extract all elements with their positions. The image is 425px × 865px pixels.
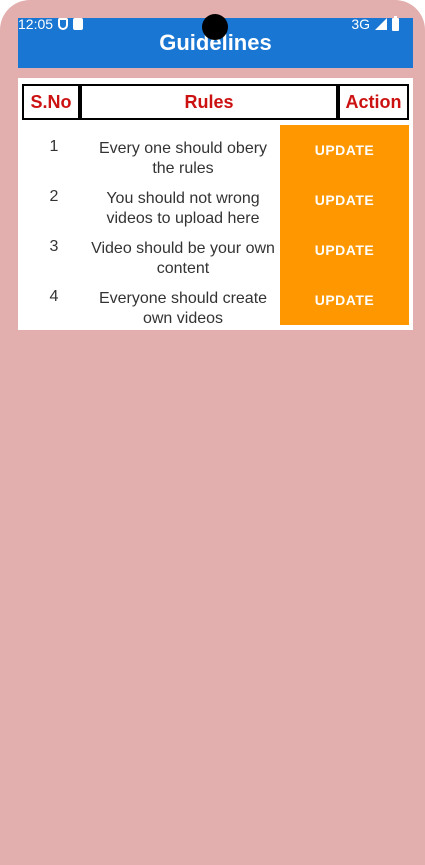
- row-rule: Everyone should create own videos: [98, 290, 268, 327]
- table-row: 2 You should not wrong videos to upload …: [18, 175, 413, 227]
- row-sno: 2: [49, 188, 59, 205]
- row-sno: 4: [49, 288, 59, 305]
- update-button[interactable]: UPDATE: [280, 225, 409, 275]
- shield-icon: [58, 18, 69, 30]
- header-action: Action: [338, 84, 409, 120]
- update-button[interactable]: UPDATE: [280, 275, 409, 325]
- row-rule: You should not wrong videos to upload he…: [106, 190, 260, 227]
- row-rule: Video should be your own content: [91, 240, 275, 277]
- row-rule: Every one should obery the rules: [98, 140, 268, 177]
- update-button[interactable]: UPDATE: [280, 125, 409, 175]
- row-sno: 3: [49, 238, 59, 255]
- sd-card-icon: [73, 18, 84, 30]
- table-row: 4 Everyone should create own videos UPDA…: [18, 275, 413, 327]
- battery-icon: [392, 15, 399, 31]
- header-sno: S.No: [22, 84, 80, 120]
- header-rules: Rules: [80, 84, 338, 120]
- guidelines-table: S.No Rules Action 1 Every one should obe…: [18, 78, 413, 330]
- camera-cutout: [202, 14, 228, 40]
- signal-icon: [375, 18, 387, 30]
- table-row: 3 Video should be your own content UPDAT…: [18, 225, 413, 277]
- device-screen: 12:05 3G Guidelines S.No Rules Action 1 …: [0, 0, 425, 865]
- table-row: 1 Every one should obery the rules UPDAT…: [18, 125, 413, 177]
- row-sno: 1: [49, 138, 59, 155]
- update-button[interactable]: UPDATE: [280, 175, 409, 225]
